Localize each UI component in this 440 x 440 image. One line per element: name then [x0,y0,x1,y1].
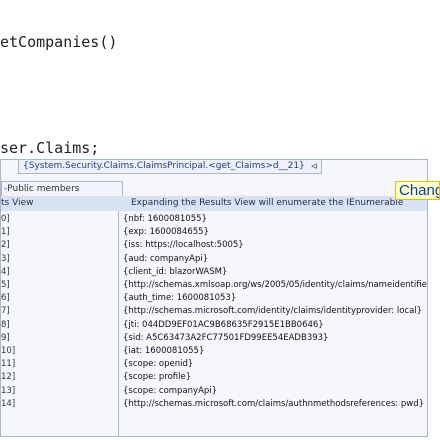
claim-index: 9] [1,332,10,343]
claim-value: {iat: 1600081055} [123,346,205,356]
change-badge: Chang [395,181,440,200]
claim-row[interactable]: 9] {sid: A5C63473A2FC77501FD99EE54EADB393… [1,332,427,345]
claim-value: {sid: A5C63473A2FC77501FD99EE54EADB393} [123,332,329,343]
claim-row[interactable]: 2] {iss: https://localhost:5005} [1,239,427,252]
claim-row[interactable]: 12] {scope: profile} [1,371,427,384]
debug-datatip: {System.Security.Claims.ClaimsPrincipal.… [0,159,428,437]
public-members-group[interactable]: -Public members [1,181,123,197]
claim-value: {iss: https://localhost:5005} [123,240,244,251]
claim-value: {jti: 044DD9EF01AC9B68635F2915E1BB0646} [123,319,324,330]
results-view-row[interactable]: ts View Expanding the Results View will … [1,196,427,211]
claim-value: {client_id: blazorWASM} [123,266,228,277]
claim-index: 6] [1,293,10,304]
claim-index: 10] [1,346,16,356]
claim-value: {scope: profile} [123,372,192,383]
results-view-description: Expanding the Results View will enumerat… [131,198,404,208]
claim-index: 3] [1,253,10,264]
claim-row[interactable]: 11] {scope: openid} [1,358,427,371]
datatip-type-label: {System.Security.Claims.ClaimsPrincipal.… [23,161,305,171]
claim-index: 1] [1,227,10,238]
pin-icon[interactable]: ⊲ [310,161,318,173]
code-line-user-claims: ser.Claims; [0,139,100,157]
claim-row[interactable]: 8] {jti: 044DD9EF01AC9B68635F2915E1BB0646… [1,319,427,332]
claim-index: 8] [1,319,10,330]
claim-index: 4] [1,266,10,277]
claim-index: 13] [1,385,16,396]
claim-index: 7] [1,306,10,317]
claim-value: {aud: companyApi} [123,253,209,264]
claim-row[interactable]: 5] {http://schemas.xmlsoap.org/ws/2005/05… [1,279,428,292]
claim-row[interactable]: 3] {aud: companyApi} [1,253,427,266]
claim-row[interactable]: 10] {iat: 1600081055} [1,345,427,358]
claim-index: 12] [1,372,16,383]
claim-value: {http://schemas.xmlsoap.org/ws/2005/05/i… [123,280,428,290]
claim-index: 5] [1,280,10,290]
claim-row[interactable]: 6] {auth_time: 1600081053} [1,292,427,305]
results-view-label: ts View [1,198,34,208]
claim-row[interactable]: 13] {scope: companyApi} [1,385,427,398]
claim-value: {http://schemas.microsoft.com/identity/c… [123,306,423,317]
code-line-getcompanies: etCompanies() [0,33,118,51]
datatip-type-header: {System.Security.Claims.ClaimsPrincipal.… [18,160,322,174]
claim-row[interactable]: 0] {nbf: 1600081055} [1,213,427,226]
claim-row[interactable]: 14] {http://schemas.microsoft.com/claims/… [1,398,427,411]
claim-value: {exp: 1600084655} [123,227,209,238]
claim-row[interactable]: 7] {http://schemas.microsoft.com/identity… [1,305,427,318]
claim-row[interactable]: 1] {exp: 1600084655} [1,226,427,239]
claim-value: {scope: companyApi} [123,385,218,396]
claim-value: {scope: openid} [123,359,194,370]
claim-index: 11] [1,359,16,370]
claim-value: {auth_time: 1600081053} [123,293,237,304]
claim-row[interactable]: 4] {client_id: blazorWASM} [1,266,427,279]
claim-value: {http://schemas.microsoft.com/claims/aut… [123,398,424,409]
claim-index: 2] [1,240,10,251]
claim-index: 14] [1,398,16,409]
claim-value: {nbf: 1600081055} [123,214,207,224]
claim-index: 0] [1,214,10,224]
